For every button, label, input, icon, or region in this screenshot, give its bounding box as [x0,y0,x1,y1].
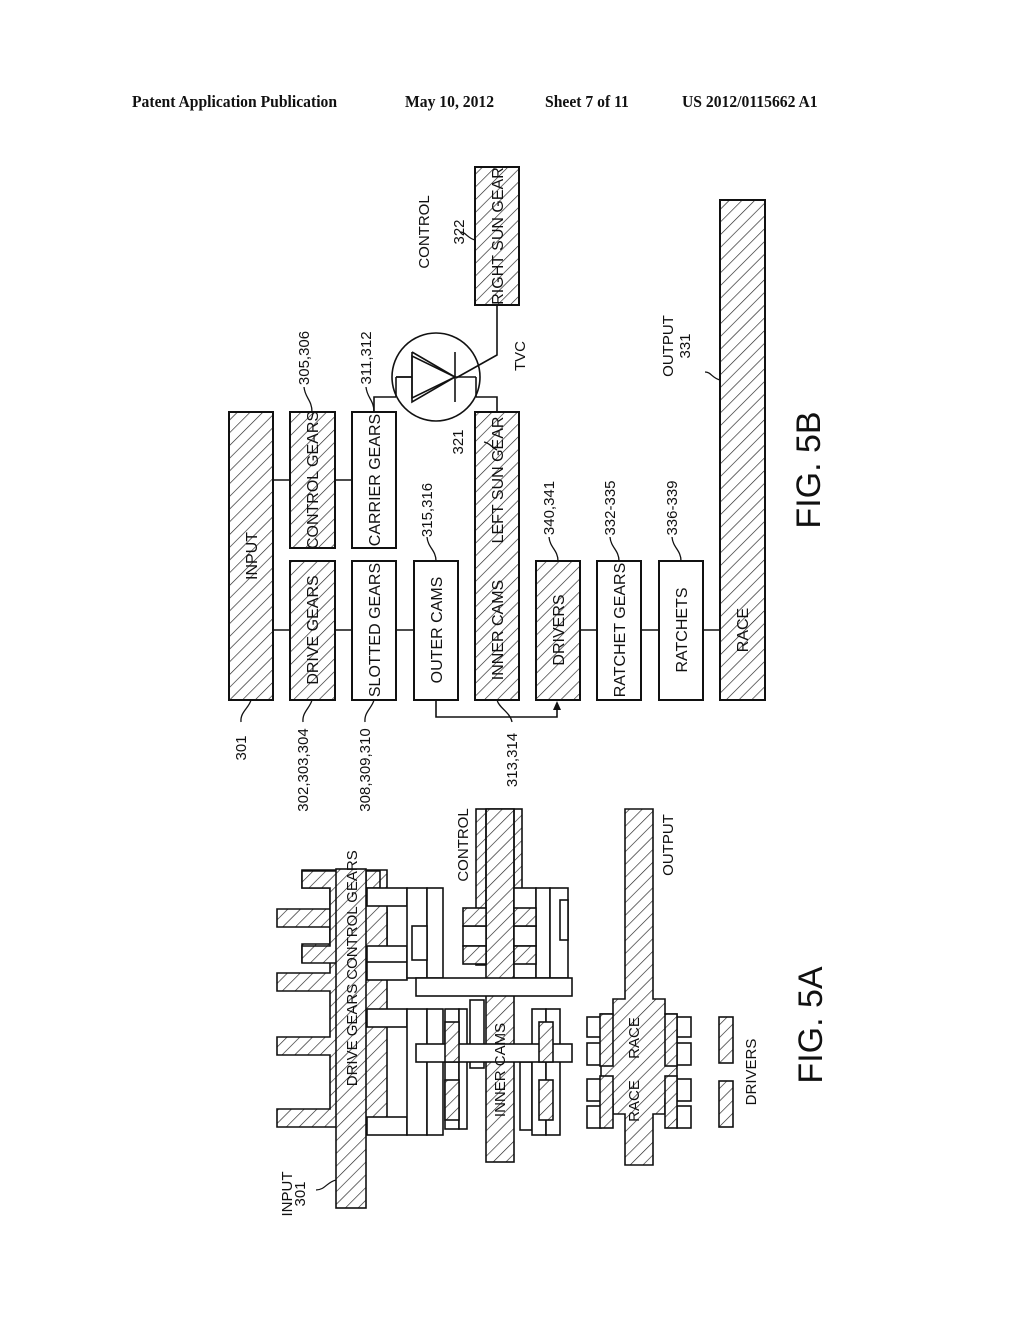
arrowhead-icon [553,701,561,710]
output-annotation: OUTPUT [660,315,677,377]
fig5a-input-ref: 301 [292,1181,309,1206]
ratchet-gears-label: RATCHET GEARS [612,563,629,698]
ref-313-314: 313,314 [504,733,521,787]
ref-308-310: 308,309,310 [357,728,374,811]
patent-drawing: INPUT DRIVE GEARS CONTROL GEARS SLOTTED … [228,166,830,1217]
tvc-annotation: TVC [512,341,529,371]
fig5a-output-label: OUTPUT [660,814,677,876]
right-sun-gear-label: RIGHT SUN GEAR [490,167,507,305]
fig5a-race-label-1: RACE [626,1080,643,1122]
ref-315-316: 315,316 [419,483,436,537]
carrier-gears-label: CARRIER GEARS [367,414,384,546]
ratchets-label: RATCHETS [674,587,691,672]
fig-5b-caption: FIG. 5B [790,411,828,528]
inner-cams-label: INNER CAMS [490,580,507,680]
fig-5a-caption: FIG. 5A [792,966,830,1083]
ref-332-335: 332-335 [602,480,619,535]
ref-305-306: 305,306 [296,331,313,385]
ref-301: 301 [233,735,250,760]
drivers-label: DRIVERS [551,594,568,665]
ref-340-341: 340,341 [541,481,558,535]
race-label: RACE [735,608,752,652]
fig5a-inner-cams-label: INNER CAMS [492,1023,509,1117]
driver-legend-2 [718,1080,734,1128]
ref-336-339: 336-339 [664,480,681,535]
ref-311-312: 311,312 [358,331,375,384]
fig5a-drive-gears-label: DRIVE GEARS [344,984,361,1087]
fig5a-drivers-label: DRIVERS [743,1039,760,1106]
left-sun-gear-label: LEFT SUN GEAR [490,417,507,544]
gear-hatched-parts [276,869,388,1128]
tvc-symbol-icon [391,332,481,422]
slotted-gears-label: SLOTTED GEARS [367,563,384,697]
ref-302-304: 302,303,304 [295,728,312,811]
input-label: INPUT [244,532,261,580]
control-annotation: CONTROL [416,195,433,268]
fig5a-race-label-2: RACE [626,1017,643,1059]
ref-331: 331 [677,333,694,358]
fig5a-control-gears-label: CONTROL GEARS [344,850,361,979]
driver-legend-1 [718,1016,734,1064]
fig-5b-block-labels: INPUT DRIVE GEARS CONTROL GEARS SLOTTED … [244,167,752,697]
ref-321: 321 [450,429,467,454]
fig5a-control-label: CONTROL [455,808,472,881]
drive-gears-label: DRIVE GEARS [305,575,322,684]
outer-cams-label: OUTER CAMS [429,577,446,684]
ref-322: 322 [451,219,468,244]
control-gears-label: CONTROL GEARS [305,411,322,549]
